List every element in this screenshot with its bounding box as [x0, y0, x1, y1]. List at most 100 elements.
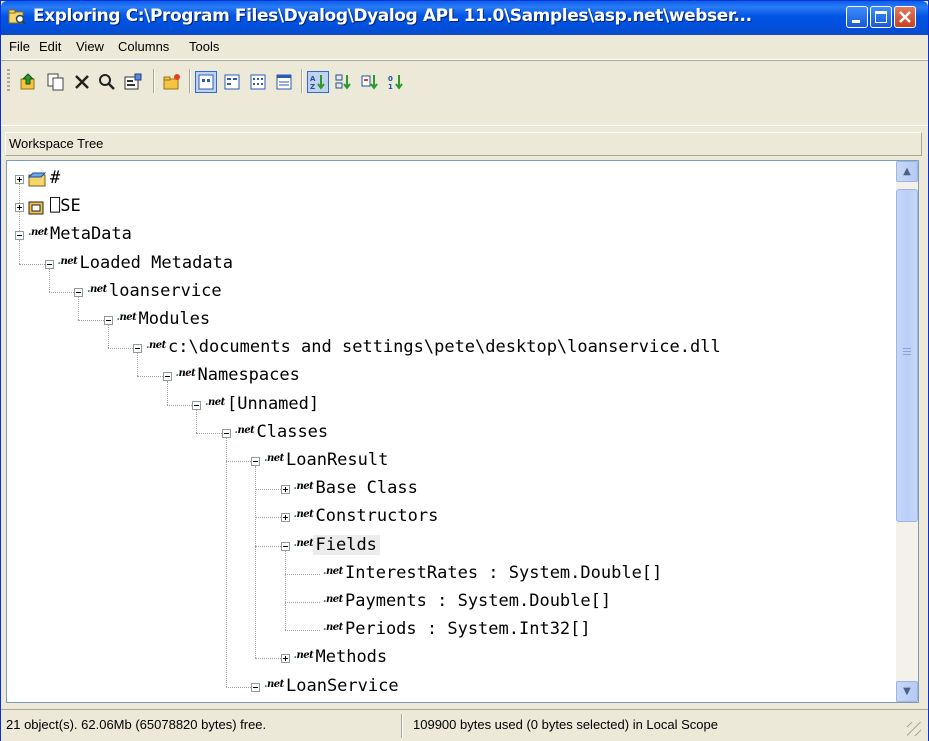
details-view-icon[interactable] — [273, 71, 295, 93]
tree-node[interactable]: .net Periods : System.Int32[] — [7, 616, 887, 644]
scroll-up-button[interactable]: ▲ — [896, 161, 918, 182]
sort-by-class-icon[interactable] — [359, 71, 381, 93]
sort-by-size-icon[interactable]: 01 — [385, 71, 407, 93]
tree-connector — [48, 291, 74, 294]
tree-node[interactable]: .net LoanService — [7, 673, 887, 701]
tree-node-label: LoanService — [286, 675, 399, 696]
collapse-icon[interactable] — [251, 682, 260, 692]
tree-node[interactable]: .net Loaded Metadata — [7, 250, 887, 278]
properties-icon[interactable] — [122, 71, 144, 93]
tree-node-label: ⎕SE — [50, 196, 81, 217]
tree-node[interactable]: .net [Unnamed] — [7, 391, 887, 419]
net-icon: .net — [234, 424, 255, 436]
toolbar-grip[interactable] — [7, 69, 10, 93]
sort-by-name-icon[interactable]: AZ — [307, 71, 329, 93]
tree-node[interactable]: .net Classes — [7, 419, 887, 447]
tree-node-label: Methods — [315, 647, 388, 668]
chevron-up-icon: ▲ — [903, 166, 911, 177]
tree-node[interactable]: .net InterestRates : System.Double[] — [7, 560, 887, 588]
menu-file[interactable]: File — [9, 39, 30, 54]
net-icon: .net — [116, 312, 137, 323]
tree-node[interactable]: .net LoanResult — [7, 447, 887, 475]
tree-connector — [255, 517, 281, 519]
menu-columns[interactable]: Columns — [118, 39, 169, 54]
net-icon: .net — [293, 650, 314, 662]
tree-node[interactable]: .net Namespaces — [7, 362, 887, 390]
scroll-thumb[interactable] — [896, 189, 918, 522]
tree-connector — [225, 686, 251, 689]
expand-icon[interactable] — [280, 654, 290, 664]
net-icon: .net — [264, 678, 284, 690]
collapse-icon[interactable] — [251, 457, 260, 466]
collapse-icon[interactable] — [74, 287, 83, 297]
workspace-tree[interactable]: ▲ ▼ # ⎕SE .net MetaData .net Loaded Metadata.… — [6, 160, 919, 703]
explorer-icon — [8, 9, 26, 25]
tree-node[interactable]: ⎕SE — [7, 193, 887, 221]
small-icons-view-icon[interactable] — [221, 71, 243, 93]
resize-grip-icon[interactable] — [907, 722, 921, 736]
window-title: Exploring C:\Program Files\Dyalog\Dyalog… — [33, 6, 752, 26]
expand-icon[interactable] — [280, 485, 290, 495]
svg-text:1: 1 — [388, 83, 393, 91]
status-divider — [401, 714, 403, 738]
menu-view[interactable]: View — [76, 39, 104, 54]
up-folder-icon[interactable] — [17, 71, 39, 93]
title-bar[interactable]: Exploring C:\Program Files\Dyalog\Dyalog… — [1, 1, 928, 35]
new-folder-icon[interactable] — [161, 71, 183, 93]
collapse-icon[interactable] — [133, 344, 142, 354]
collapse-icon[interactable] — [44, 259, 54, 269]
sort-by-type-icon[interactable] — [333, 71, 355, 93]
collapse-icon[interactable] — [103, 316, 113, 325]
find-icon[interactable] — [96, 71, 118, 93]
maximize-icon — [875, 11, 887, 23]
maximize-button[interactable] — [870, 6, 892, 28]
menu-tools[interactable]: Tools — [189, 39, 219, 54]
tree-connector — [137, 376, 163, 378]
tree-node[interactable]: .net Modules — [7, 306, 887, 334]
tree-node[interactable]: .net Methods — [7, 644, 887, 672]
collapse-icon[interactable] — [221, 428, 231, 438]
minimize-button[interactable] — [846, 6, 868, 28]
net-icon: .net — [28, 227, 48, 239]
session-icon — [28, 201, 44, 215]
collapse-icon[interactable] — [15, 231, 24, 241]
large-icons-view-icon[interactable] — [195, 71, 217, 93]
net-icon: .net — [293, 509, 314, 521]
tree-connector — [196, 432, 222, 435]
svg-text:0: 0 — [388, 75, 393, 83]
menu-edit[interactable]: Edit — [39, 39, 61, 54]
tree-node[interactable]: .net loanservice — [7, 278, 887, 306]
toolbar: AZ 01 — [1, 60, 928, 101]
expand-icon[interactable] — [15, 175, 24, 184]
net-icon: .net — [57, 255, 78, 267]
collapse-icon[interactable] — [192, 400, 201, 410]
tree-node[interactable]: .net Constructors — [7, 503, 887, 531]
tree-node-label: MetaData — [50, 224, 132, 245]
status-scope-info: 109900 bytes used (0 bytes selected) in … — [413, 717, 718, 732]
copy-icon[interactable] — [45, 71, 67, 93]
tree-node-label: Base Class — [315, 478, 418, 499]
minimize-icon — [852, 20, 860, 23]
tree-node[interactable]: .net Payments : System.Double[] — [7, 588, 887, 616]
list-view-icon[interactable] — [247, 71, 269, 93]
tree-node-label: Modules — [138, 309, 211, 329]
tree-node[interactable]: .net Fields — [7, 532, 887, 560]
collapse-icon[interactable] — [162, 372, 172, 382]
close-icon — [899, 11, 911, 23]
tree-node[interactable]: .net c:\documents and settings\pete\deskt… — [7, 334, 887, 362]
expand-icon[interactable] — [15, 203, 24, 213]
tree-node[interactable]: .net Base Class — [7, 475, 887, 503]
tree-node[interactable]: .net MetaData — [7, 221, 887, 249]
tree-node-label: c:\documents and settings\pete\desktop\l… — [168, 337, 721, 358]
net-icon: .net — [293, 481, 314, 493]
status-bar: 21 object(s). 62.06Mb (65078820 bytes) f… — [1, 709, 928, 741]
tree-node[interactable]: # — [7, 165, 887, 193]
close-button[interactable] — [894, 6, 916, 28]
scroll-down-button[interactable]: ▼ — [896, 681, 918, 702]
tree-connector — [107, 348, 133, 350]
expand-icon[interactable] — [280, 513, 290, 523]
collapse-icon[interactable] — [280, 541, 290, 551]
delete-icon[interactable] — [71, 71, 93, 93]
svg-text:A: A — [310, 75, 316, 83]
vertical-scrollbar[interactable]: ▲ ▼ — [896, 161, 918, 702]
